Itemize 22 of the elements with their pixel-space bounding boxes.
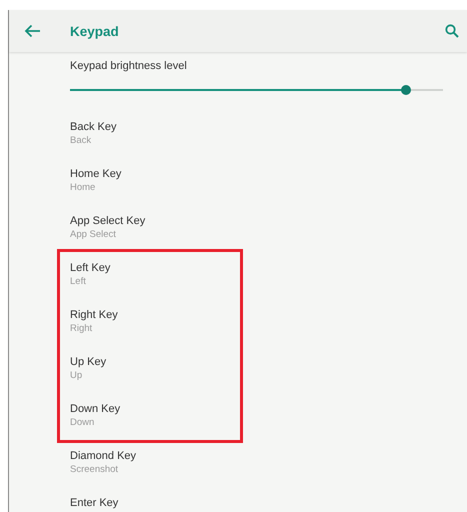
slider-label: Keypad brightness level: [70, 59, 187, 72]
brightness-slider[interactable]: [70, 84, 443, 96]
key-setting-title[interactable]: Back Key: [70, 120, 116, 134]
key-setting-value: Up: [70, 369, 82, 382]
search-icon[interactable]: [445, 24, 459, 38]
key-setting-value: Back: [70, 134, 92, 147]
key-setting-title[interactable]: Right Key: [70, 308, 118, 322]
key-setting-title[interactable]: App Select Key: [70, 214, 146, 228]
key-setting-value: Right: [70, 322, 92, 335]
key-setting-title[interactable]: Left Key: [70, 261, 110, 275]
screen-title: Keypad: [70, 24, 119, 38]
key-setting-title[interactable]: Enter Key: [70, 496, 118, 510]
key-setting-value: Home: [70, 181, 96, 194]
key-setting-value: App Select: [70, 228, 116, 241]
key-setting-title[interactable]: Down Key: [70, 402, 120, 416]
key-setting-value: Screenshot: [70, 463, 118, 476]
key-setting-value: Left: [70, 275, 86, 288]
key-setting-title[interactable]: Home Key: [70, 167, 122, 181]
key-setting-value: Down: [70, 416, 94, 429]
back-icon[interactable]: [24, 24, 41, 38]
key-setting-title[interactable]: Diamond Key: [70, 449, 136, 463]
key-setting-title[interactable]: Up Key: [70, 355, 106, 369]
